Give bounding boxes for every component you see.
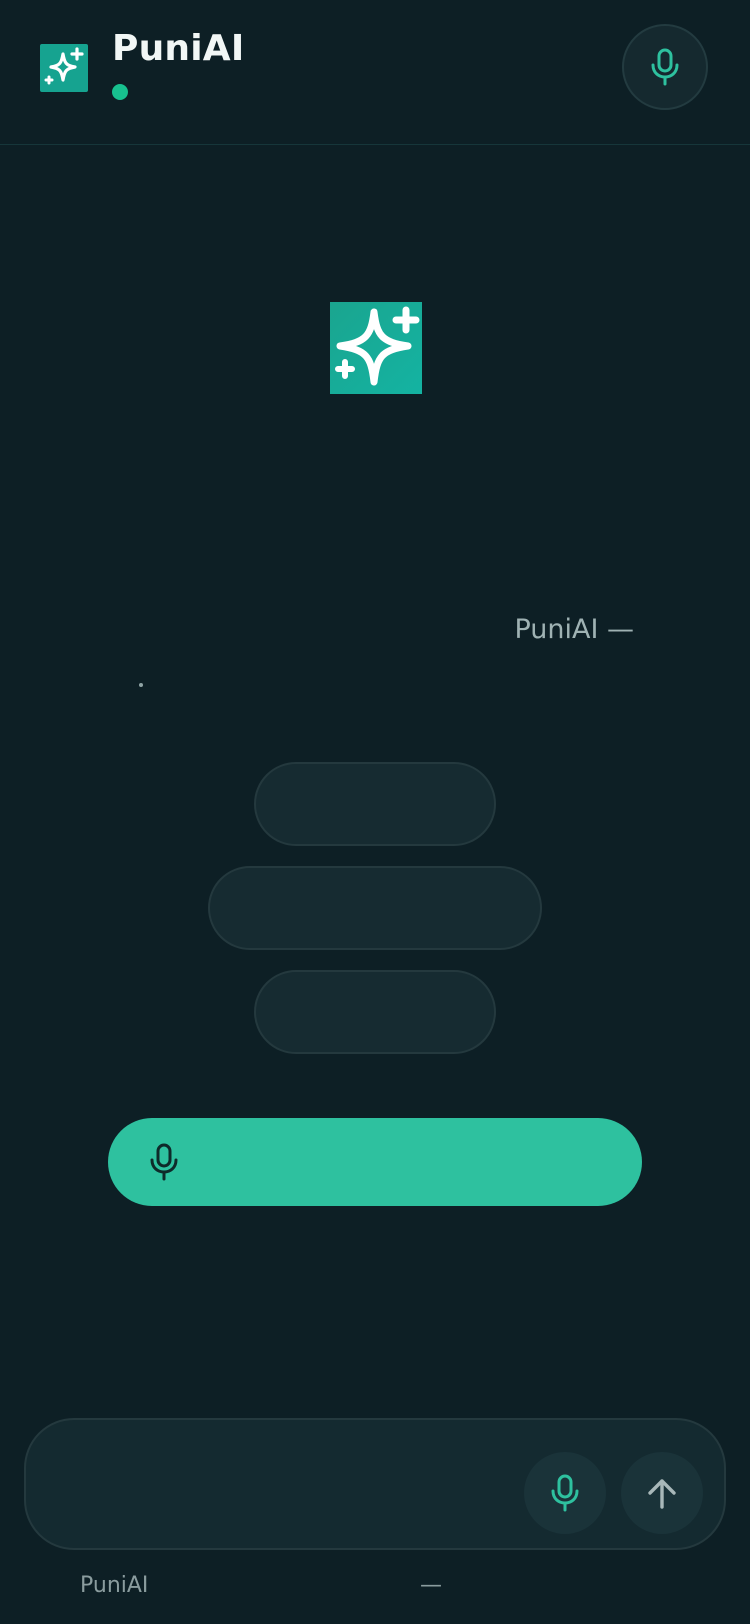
composer-mic-button[interactable] (524, 1452, 606, 1534)
header-voice-button[interactable] (622, 24, 708, 110)
suggestion-chip[interactable] (208, 866, 542, 950)
sparkle-icon (335, 306, 420, 386)
suggestion-chip[interactable] (254, 970, 496, 1054)
footer-brand: PuniAI (80, 1573, 149, 1598)
sparkle-icon (40, 44, 88, 92)
microphone-icon (150, 1143, 178, 1181)
message-composer[interactable]: ... (24, 1418, 726, 1550)
hero-title: PuniAI — (514, 614, 634, 645)
online-status-dot (112, 84, 128, 100)
app-screen: PuniAI PuniAI — ... (0, 0, 750, 1624)
app-title: PuniAI (112, 28, 245, 69)
hero-subtitle (139, 683, 143, 687)
header: PuniAI (0, 0, 750, 145)
message-input-placeholder[interactable]: ... (26, 1458, 586, 1483)
microphone-icon (551, 1474, 579, 1512)
send-button[interactable] (621, 1452, 703, 1534)
footer-dash: — (420, 1573, 442, 1598)
arrow-up-icon (648, 1479, 676, 1509)
suggestion-chip[interactable] (254, 762, 496, 846)
hero-logo (330, 302, 422, 394)
start-voice-button[interactable] (108, 1118, 642, 1206)
microphone-icon (651, 48, 679, 86)
